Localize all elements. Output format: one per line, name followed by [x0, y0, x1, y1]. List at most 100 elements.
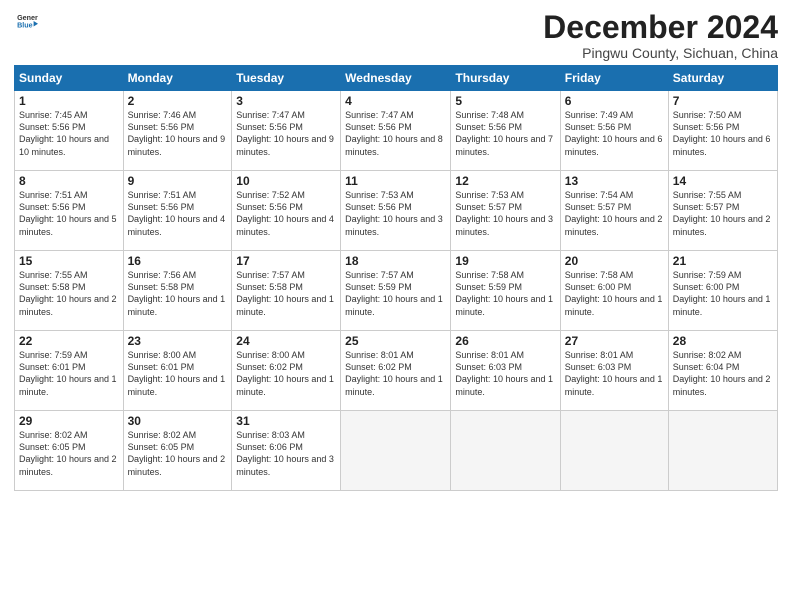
- day-number: 2: [128, 94, 228, 108]
- day-number: 7: [673, 94, 773, 108]
- page-container: General Blue December 2024 Pingwu County…: [0, 0, 792, 499]
- calendar-day-cell: 10Sunrise: 7:52 AMSunset: 5:56 PMDayligh…: [232, 171, 341, 251]
- day-info: Sunrise: 7:50 AMSunset: 5:56 PMDaylight:…: [673, 109, 773, 158]
- svg-text:General: General: [17, 14, 38, 22]
- calendar-day-cell: [451, 411, 560, 491]
- calendar-day-cell: 2Sunrise: 7:46 AMSunset: 5:56 PMDaylight…: [123, 91, 232, 171]
- calendar-day-cell: 27Sunrise: 8:01 AMSunset: 6:03 PMDayligh…: [560, 331, 668, 411]
- day-header: Monday: [123, 66, 232, 91]
- day-info: Sunrise: 8:01 AMSunset: 6:02 PMDaylight:…: [345, 349, 446, 398]
- day-number: 20: [565, 254, 664, 268]
- day-number: 14: [673, 174, 773, 188]
- day-number: 21: [673, 254, 773, 268]
- day-info: Sunrise: 7:54 AMSunset: 5:57 PMDaylight:…: [565, 189, 664, 238]
- day-number: 5: [455, 94, 555, 108]
- calendar-day-cell: 3Sunrise: 7:47 AMSunset: 5:56 PMDaylight…: [232, 91, 341, 171]
- day-info: Sunrise: 7:59 AMSunset: 6:00 PMDaylight:…: [673, 269, 773, 318]
- calendar-day-cell: 23Sunrise: 8:00 AMSunset: 6:01 PMDayligh…: [123, 331, 232, 411]
- day-number: 12: [455, 174, 555, 188]
- calendar-day-cell: 9Sunrise: 7:51 AMSunset: 5:56 PMDaylight…: [123, 171, 232, 251]
- day-info: Sunrise: 7:55 AMSunset: 5:57 PMDaylight:…: [673, 189, 773, 238]
- day-header: Sunday: [15, 66, 124, 91]
- logo-icon: General Blue: [16, 10, 38, 32]
- calendar-day-cell: [341, 411, 451, 491]
- calendar-day-cell: 26Sunrise: 8:01 AMSunset: 6:03 PMDayligh…: [451, 331, 560, 411]
- day-header: Thursday: [451, 66, 560, 91]
- day-number: 6: [565, 94, 664, 108]
- day-info: Sunrise: 7:49 AMSunset: 5:56 PMDaylight:…: [565, 109, 664, 158]
- location-subtitle: Pingwu County, Sichuan, China: [543, 45, 778, 61]
- day-number: 15: [19, 254, 119, 268]
- day-info: Sunrise: 7:45 AMSunset: 5:56 PMDaylight:…: [19, 109, 119, 158]
- day-info: Sunrise: 7:56 AMSunset: 5:58 PMDaylight:…: [128, 269, 228, 318]
- day-info: Sunrise: 8:01 AMSunset: 6:03 PMDaylight:…: [565, 349, 664, 398]
- day-info: Sunrise: 8:01 AMSunset: 6:03 PMDaylight:…: [455, 349, 555, 398]
- calendar-day-cell: 7Sunrise: 7:50 AMSunset: 5:56 PMDaylight…: [668, 91, 777, 171]
- day-number: 3: [236, 94, 336, 108]
- day-info: Sunrise: 7:55 AMSunset: 5:58 PMDaylight:…: [19, 269, 119, 318]
- calendar-day-cell: 24Sunrise: 8:00 AMSunset: 6:02 PMDayligh…: [232, 331, 341, 411]
- calendar-week-row: 8Sunrise: 7:51 AMSunset: 5:56 PMDaylight…: [15, 171, 778, 251]
- day-number: 27: [565, 334, 664, 348]
- calendar-header-row: SundayMondayTuesdayWednesdayThursdayFrid…: [15, 66, 778, 91]
- calendar-day-cell: [560, 411, 668, 491]
- calendar-day-cell: 15Sunrise: 7:55 AMSunset: 5:58 PMDayligh…: [15, 251, 124, 331]
- title-block: December 2024 Pingwu County, Sichuan, Ch…: [543, 10, 778, 61]
- calendar-table: SundayMondayTuesdayWednesdayThursdayFrid…: [14, 65, 778, 491]
- day-header: Saturday: [668, 66, 777, 91]
- day-number: 22: [19, 334, 119, 348]
- day-info: Sunrise: 7:57 AMSunset: 5:59 PMDaylight:…: [345, 269, 446, 318]
- day-info: Sunrise: 7:47 AMSunset: 5:56 PMDaylight:…: [236, 109, 336, 158]
- calendar-day-cell: 4Sunrise: 7:47 AMSunset: 5:56 PMDaylight…: [341, 91, 451, 171]
- calendar-day-cell: 13Sunrise: 7:54 AMSunset: 5:57 PMDayligh…: [560, 171, 668, 251]
- day-number: 25: [345, 334, 446, 348]
- day-header: Tuesday: [232, 66, 341, 91]
- day-number: 31: [236, 414, 336, 428]
- calendar-day-cell: 17Sunrise: 7:57 AMSunset: 5:58 PMDayligh…: [232, 251, 341, 331]
- day-number: 23: [128, 334, 228, 348]
- day-info: Sunrise: 7:51 AMSunset: 5:56 PMDaylight:…: [128, 189, 228, 238]
- day-info: Sunrise: 7:51 AMSunset: 5:56 PMDaylight:…: [19, 189, 119, 238]
- day-number: 4: [345, 94, 446, 108]
- day-info: Sunrise: 7:48 AMSunset: 5:56 PMDaylight:…: [455, 109, 555, 158]
- calendar-day-cell: 22Sunrise: 7:59 AMSunset: 6:01 PMDayligh…: [15, 331, 124, 411]
- day-info: Sunrise: 8:02 AMSunset: 6:04 PMDaylight:…: [673, 349, 773, 398]
- day-number: 17: [236, 254, 336, 268]
- day-header: Wednesday: [341, 66, 451, 91]
- day-number: 19: [455, 254, 555, 268]
- day-info: Sunrise: 7:47 AMSunset: 5:56 PMDaylight:…: [345, 109, 446, 158]
- day-info: Sunrise: 7:59 AMSunset: 6:01 PMDaylight:…: [19, 349, 119, 398]
- header: General Blue December 2024 Pingwu County…: [14, 10, 778, 61]
- day-number: 13: [565, 174, 664, 188]
- calendar-day-cell: 14Sunrise: 7:55 AMSunset: 5:57 PMDayligh…: [668, 171, 777, 251]
- day-number: 10: [236, 174, 336, 188]
- day-info: Sunrise: 8:00 AMSunset: 6:02 PMDaylight:…: [236, 349, 336, 398]
- day-info: Sunrise: 7:46 AMSunset: 5:56 PMDaylight:…: [128, 109, 228, 158]
- day-info: Sunrise: 7:58 AMSunset: 5:59 PMDaylight:…: [455, 269, 555, 318]
- day-info: Sunrise: 7:53 AMSunset: 5:57 PMDaylight:…: [455, 189, 555, 238]
- calendar-day-cell: 18Sunrise: 7:57 AMSunset: 5:59 PMDayligh…: [341, 251, 451, 331]
- day-info: Sunrise: 8:02 AMSunset: 6:05 PMDaylight:…: [19, 429, 119, 478]
- day-number: 1: [19, 94, 119, 108]
- day-info: Sunrise: 7:57 AMSunset: 5:58 PMDaylight:…: [236, 269, 336, 318]
- day-header: Friday: [560, 66, 668, 91]
- calendar-day-cell: 19Sunrise: 7:58 AMSunset: 5:59 PMDayligh…: [451, 251, 560, 331]
- day-info: Sunrise: 8:00 AMSunset: 6:01 PMDaylight:…: [128, 349, 228, 398]
- day-number: 16: [128, 254, 228, 268]
- calendar-day-cell: [668, 411, 777, 491]
- calendar-day-cell: 6Sunrise: 7:49 AMSunset: 5:56 PMDaylight…: [560, 91, 668, 171]
- day-info: Sunrise: 8:03 AMSunset: 6:06 PMDaylight:…: [236, 429, 336, 478]
- day-number: 26: [455, 334, 555, 348]
- day-number: 24: [236, 334, 336, 348]
- day-number: 9: [128, 174, 228, 188]
- calendar-day-cell: 8Sunrise: 7:51 AMSunset: 5:56 PMDaylight…: [15, 171, 124, 251]
- calendar-day-cell: 25Sunrise: 8:01 AMSunset: 6:02 PMDayligh…: [341, 331, 451, 411]
- calendar-day-cell: 21Sunrise: 7:59 AMSunset: 6:00 PMDayligh…: [668, 251, 777, 331]
- day-number: 28: [673, 334, 773, 348]
- calendar-day-cell: 28Sunrise: 8:02 AMSunset: 6:04 PMDayligh…: [668, 331, 777, 411]
- day-info: Sunrise: 7:58 AMSunset: 6:00 PMDaylight:…: [565, 269, 664, 318]
- calendar-day-cell: 16Sunrise: 7:56 AMSunset: 5:58 PMDayligh…: [123, 251, 232, 331]
- calendar-day-cell: 31Sunrise: 8:03 AMSunset: 6:06 PMDayligh…: [232, 411, 341, 491]
- day-info: Sunrise: 7:52 AMSunset: 5:56 PMDaylight:…: [236, 189, 336, 238]
- month-title: December 2024: [543, 10, 778, 45]
